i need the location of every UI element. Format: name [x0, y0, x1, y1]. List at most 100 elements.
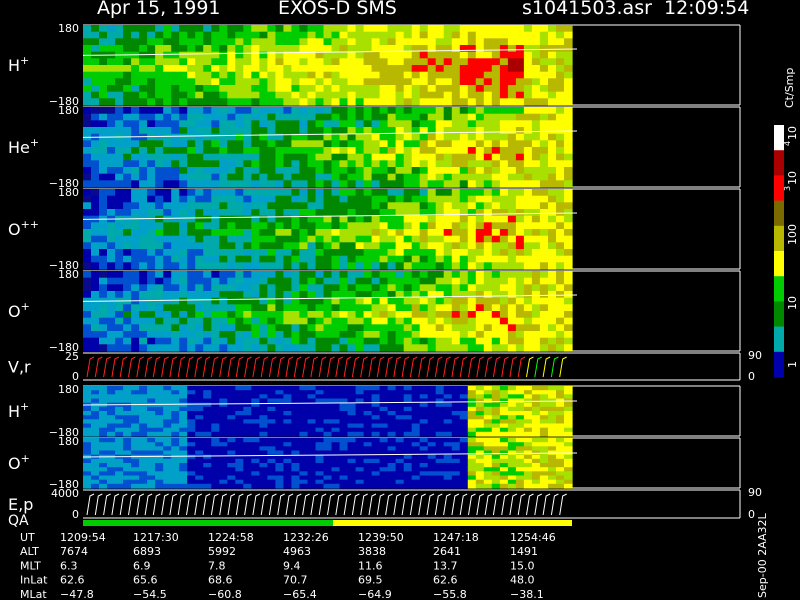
spectrogram-cell: [115, 394, 124, 400]
spectrogram-cell: [347, 65, 357, 73]
spectrogram-cell: [523, 406, 533, 412]
spectrogram-cell: [235, 284, 244, 292]
spectrogram-cell: [564, 229, 573, 237]
spectrogram-cell: [475, 195, 485, 203]
spectrogram-cell: [355, 317, 365, 325]
spectrogram-cell: [307, 438, 317, 443]
spectrogram-cell: [91, 202, 100, 210]
spectrogram-cell: [475, 450, 485, 456]
spectrogram-cell: [243, 427, 252, 433]
spectrogram-cell: [251, 38, 260, 46]
spectrogram-cell: [219, 229, 228, 237]
spectrogram-cell: [355, 411, 365, 416]
spectrogram-cell: [347, 235, 357, 243]
spectrogram-cell: [187, 209, 196, 217]
spectrogram-cell: [323, 98, 333, 106]
spectrogram-cell: [195, 147, 204, 155]
spectrogram-cell: [539, 25, 549, 33]
spectrogram-cell: [195, 215, 204, 223]
spectrogram-cell: [267, 45, 276, 53]
spectrogram-cell: [307, 390, 317, 395]
spectrogram-cell: [267, 406, 276, 412]
spectrogram-cell: [411, 160, 421, 168]
spectrogram-cell: [235, 113, 244, 121]
spectrogram-cell: [115, 446, 124, 452]
spectrogram-cell: [243, 31, 252, 39]
spectrogram-cell: [307, 344, 317, 352]
spectrogram-cell: [123, 471, 132, 477]
spectrogram-cell: [427, 311, 437, 319]
spectrogram-cell: [275, 291, 284, 299]
spectrogram-cell: [515, 311, 525, 319]
spectrogram-cell: [475, 475, 485, 481]
spectrogram-cell: [427, 249, 437, 257]
spectrogram-cell: [355, 160, 365, 168]
spectrogram-cell: [131, 463, 140, 468]
table-cell: 9.4: [283, 559, 301, 572]
spectrogram-cell: [299, 479, 308, 485]
spectrogram-cell: [419, 411, 429, 416]
spectrogram-cell: [227, 423, 236, 429]
spectrogram-cell: [227, 311, 236, 319]
spectrogram-cell: [451, 180, 461, 188]
spectrogram-cell: [491, 311, 501, 319]
spectrogram-cell: [299, 317, 308, 325]
spectrogram-cell: [515, 249, 525, 257]
spectrogram-cell: [387, 475, 397, 481]
spectrogram-cell: [83, 195, 92, 203]
spectrogram-cell: [219, 291, 228, 299]
spectrogram-cell: [443, 180, 453, 188]
spectrogram-cell: [83, 406, 92, 412]
spectrogram-cell: [427, 427, 437, 433]
spectrogram-cell: [243, 277, 252, 285]
spectrogram-cell: [548, 304, 557, 312]
spectrogram-cell: [564, 249, 573, 257]
spectrogram-cell: [347, 297, 357, 305]
spectrogram-cell: [155, 427, 164, 433]
spectrogram-cell: [123, 45, 132, 53]
spectrogram-cell: [275, 65, 284, 73]
spectrogram-cell: [275, 153, 284, 161]
spectrogram-cell: [507, 415, 517, 420]
spectrogram-cell: [307, 120, 317, 128]
spectrogram-cell: [419, 311, 429, 319]
spectrogram-cell: [507, 431, 517, 437]
spectrogram-cell: [179, 402, 188, 408]
table-cell: −55.8: [433, 588, 467, 600]
spectrogram-cell: [523, 419, 533, 425]
spectrogram-cell: [171, 107, 180, 115]
spectrogram-cell: [179, 202, 188, 210]
spectrogram-cell: [195, 85, 204, 93]
spectrogram-cell: [259, 127, 268, 135]
spectrogram-cell: [403, 344, 413, 352]
spectrogram-cell: [531, 153, 541, 161]
spectrogram-cell: [107, 394, 116, 400]
spectrogram-cell: [443, 471, 453, 477]
spectrogram-cell: [564, 271, 573, 279]
spectrogram-cell: [283, 167, 292, 175]
spectrogram-cell: [307, 38, 317, 46]
spectrogram-cell: [451, 291, 461, 299]
spectrogram-cell: [163, 98, 172, 106]
spectrogram-cell: [443, 454, 453, 460]
spectrogram-cell: [147, 78, 156, 86]
spectrogram-cell: [123, 475, 132, 481]
spectrogram-cell: [283, 331, 292, 339]
spectrogram-cell: [259, 235, 268, 243]
spectrogram-cell: [451, 78, 461, 86]
spectrogram-cell: [235, 195, 244, 203]
spectrogram-cell: [539, 344, 549, 352]
spectrogram-cell: [387, 427, 397, 433]
spectrogram-cell: [539, 107, 549, 115]
spectrogram-cell: [139, 249, 148, 257]
spectrogram-cell: [435, 479, 445, 485]
spectrogram-cell: [507, 195, 517, 203]
spectrogram-cell: [531, 475, 541, 481]
spectrogram-cell: [411, 65, 421, 73]
spectrogram-cell: [331, 475, 341, 481]
spectrogram-cell: [539, 415, 549, 420]
spectrogram-cell: [299, 65, 308, 73]
spectrogram-cell: [331, 147, 341, 155]
spectrogram-cell: [123, 324, 132, 332]
spectrogram-cell: [267, 38, 276, 46]
